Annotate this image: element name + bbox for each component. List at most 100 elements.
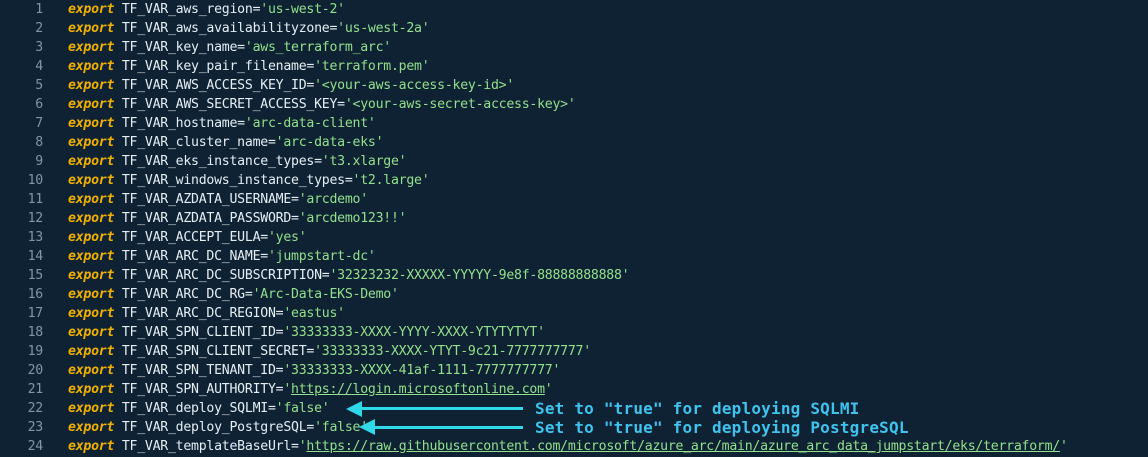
string-value: '32323232-XXXXX-YYYYY-9e8f-88888888888': [329, 268, 630, 283]
code-line[interactable]: 21 export TF_VAR_SPN_AUTHORITY='https://l…: [0, 380, 1148, 399]
code-text: export TF_VAR_cluster_name='arc-data-eks…: [68, 133, 384, 152]
code-line[interactable]: 16 export TF_VAR_ARC_DC_RG='Arc-Data-EKS-…: [0, 285, 1148, 304]
export-keyword: export: [68, 116, 115, 131]
line-number: 13: [27, 230, 44, 245]
line-number: 19: [27, 344, 44, 359]
code-line[interactable]: 19 export TF_VAR_SPN_CLIENT_SECRET='33333…: [0, 342, 1148, 361]
line-number: 22: [27, 401, 44, 416]
string-value: 'Arc-Data-EKS-Demo': [252, 287, 399, 302]
string-close-quote: ': [1060, 439, 1068, 454]
code-line[interactable]: 17 export TF_VAR_ARC_DC_REGION='eastus': [0, 304, 1148, 323]
code-line[interactable]: 2 export TF_VAR_aws_availabilityzone='us-…: [0, 19, 1148, 38]
code-text: export TF_VAR_deploy_SQLMI='false': [68, 399, 330, 418]
variable-name: TF_VAR_key_name=: [121, 40, 245, 55]
code-lines: 1 export TF_VAR_aws_region='us-west-2' 2 ex…: [0, 0, 1148, 456]
line-number: 24: [27, 439, 44, 454]
line-number: 1: [35, 2, 43, 17]
line-number: 14: [27, 249, 44, 264]
export-keyword: export: [68, 59, 115, 74]
export-keyword: export: [68, 287, 115, 302]
export-keyword: export: [68, 135, 115, 150]
code-text: export TF_VAR_ARC_DC_REGION='eastus': [68, 304, 345, 323]
code-line[interactable]: 13 export TF_VAR_ACCEPT_EULA='yes': [0, 228, 1148, 247]
export-keyword: export: [68, 382, 115, 397]
string-value: ': [283, 382, 292, 397]
code-text: export TF_VAR_ARC_DC_NAME='jumpstart-dc': [68, 247, 376, 266]
code-text: export TF_VAR_SPN_AUTHORITY='https://log…: [68, 380, 553, 399]
string-value: 'arc-data-eks': [275, 135, 384, 150]
code-text: export TF_VAR_key_name='aws_terraform_ar…: [68, 38, 391, 57]
string-value: 'eastus': [283, 306, 345, 321]
url-link[interactable]: https://login.microsoftonline.com: [291, 382, 545, 397]
code-line[interactable]: 6 export TF_VAR_AWS_SECRET_ACCESS_KEY='<y…: [0, 95, 1148, 114]
code-line[interactable]: 15 export TF_VAR_ARC_DC_SUBSCRIPTION='323…: [0, 266, 1148, 285]
code-text: export TF_VAR_key_pair_filename='terrafo…: [68, 57, 430, 76]
line-number: 5: [35, 78, 43, 93]
export-keyword: export: [68, 401, 115, 416]
code-line[interactable]: 7 export TF_VAR_hostname='arc-data-client…: [0, 114, 1148, 133]
code-editor[interactable]: 1 export TF_VAR_aws_region='us-west-2' 2 ex…: [0, 0, 1148, 457]
code-line[interactable]: 8 export TF_VAR_cluster_name='arc-data-ek…: [0, 133, 1148, 152]
code-text: export TF_VAR_ARC_DC_SUBSCRIPTION='32323…: [68, 266, 630, 285]
code-line[interactable]: 24 export TF_VAR_templateBaseUrl= 'https:/…: [0, 437, 1148, 456]
string-value: 'terraform.pem': [314, 59, 430, 74]
variable-name: TF_VAR_ARC_DC_RG=: [121, 287, 253, 302]
line-number: 15: [27, 268, 44, 283]
string-value: 'yes': [267, 230, 307, 245]
code-text: export TF_VAR_AWS_ACCESS_KEY_ID='<your-a…: [68, 76, 514, 95]
string-value: 'us-west-2a': [337, 21, 430, 36]
code-line[interactable]: 5 export TF_VAR_AWS_ACCESS_KEY_ID='<your-…: [0, 76, 1148, 95]
line-number: 20: [27, 363, 44, 378]
code-text: export TF_VAR_ACCEPT_EULA='yes': [68, 228, 307, 247]
string-value: '33333333-XXXX-YTYT-9c21-7777777777': [314, 344, 591, 359]
line-number: 2: [35, 21, 43, 36]
variable-name: TF_VAR_deploy_PostgreSQL=: [121, 420, 315, 435]
export-keyword: export: [68, 211, 115, 226]
code-line[interactable]: 23 export TF_VAR_deploy_PostgreSQL='false…: [0, 418, 1148, 437]
line-number: 7: [35, 116, 43, 131]
line-number: 6: [35, 97, 43, 112]
variable-name: TF_VAR_aws_availabilityzone=: [121, 21, 338, 36]
variable-name: TF_VAR_ARC_DC_REGION=: [121, 306, 284, 321]
variable-name: TF_VAR_AZDATA_USERNAME=: [121, 192, 299, 207]
code-line[interactable]: 10 export TF_VAR_windows_instance_types='…: [0, 171, 1148, 190]
code-text: export TF_VAR_aws_region='us-west-2': [68, 0, 345, 19]
variable-name: TF_VAR_SPN_TENANT_ID=: [121, 363, 284, 378]
line-number: 17: [27, 306, 44, 321]
code-line[interactable]: 11 export TF_VAR_AZDATA_USERNAME='arcdemo…: [0, 190, 1148, 209]
export-keyword: export: [68, 97, 115, 112]
code-line[interactable]: 3 export TF_VAR_key_name='aws_terraform_a…: [0, 38, 1148, 57]
code-line[interactable]: 12 export TF_VAR_AZDATA_PASSWORD='arcdemo…: [0, 209, 1148, 228]
code-line[interactable]: 9 export TF_VAR_eks_instance_types='t3.xl…: [0, 152, 1148, 171]
string-value: 'false': [275, 401, 330, 416]
export-keyword: export: [68, 363, 115, 378]
code-text: export TF_VAR_AZDATA_PASSWORD='arcdemo12…: [68, 209, 407, 228]
code-line[interactable]: 4 export TF_VAR_key_pair_filename='terraf…: [0, 57, 1148, 76]
string-value: '<your-aws-access-key-id>': [314, 78, 515, 93]
code-line[interactable]: 22 export TF_VAR_deploy_SQLMI='false': [0, 399, 1148, 418]
variable-name: TF_VAR_ACCEPT_EULA=: [121, 230, 268, 245]
string-value: 't3.xlarge': [321, 154, 407, 169]
code-line[interactable]: 20 export TF_VAR_SPN_TENANT_ID='33333333-…: [0, 361, 1148, 380]
line-number: 21: [27, 382, 44, 397]
url-link[interactable]: https://raw.githubusercontent.com/micros…: [306, 439, 1060, 454]
code-line[interactable]: 18 export TF_VAR_SPN_CLIENT_ID='33333333-…: [0, 323, 1148, 342]
variable-name: TF_VAR_AWS_ACCESS_KEY_ID=: [121, 78, 315, 93]
export-keyword: export: [68, 173, 115, 188]
code-text: export TF_VAR_aws_availabilityzone='us-w…: [68, 19, 430, 38]
line-number: 9: [35, 154, 43, 169]
variable-name: TF_VAR_ARC_DC_NAME=: [121, 249, 268, 264]
variable-name: TF_VAR_aws_region=: [121, 2, 261, 17]
code-line[interactable]: 1 export TF_VAR_aws_region='us-west-2': [0, 0, 1148, 19]
export-keyword: export: [68, 306, 115, 321]
variable-name: TF_VAR_AZDATA_PASSWORD=: [121, 211, 299, 226]
variable-name: TF_VAR_SPN_AUTHORITY=: [121, 382, 284, 397]
code-line[interactable]: 14 export TF_VAR_ARC_DC_NAME='jumpstart-d…: [0, 247, 1148, 266]
export-keyword: export: [68, 40, 115, 55]
export-keyword: export: [68, 344, 115, 359]
export-keyword: export: [68, 2, 115, 17]
string-close-quote: ': [544, 382, 553, 397]
variable-name: TF_VAR_deploy_SQLMI=: [121, 401, 276, 416]
string-value: 'arcdemo': [298, 192, 368, 207]
string-value: 'jumpstart-dc': [267, 249, 376, 264]
